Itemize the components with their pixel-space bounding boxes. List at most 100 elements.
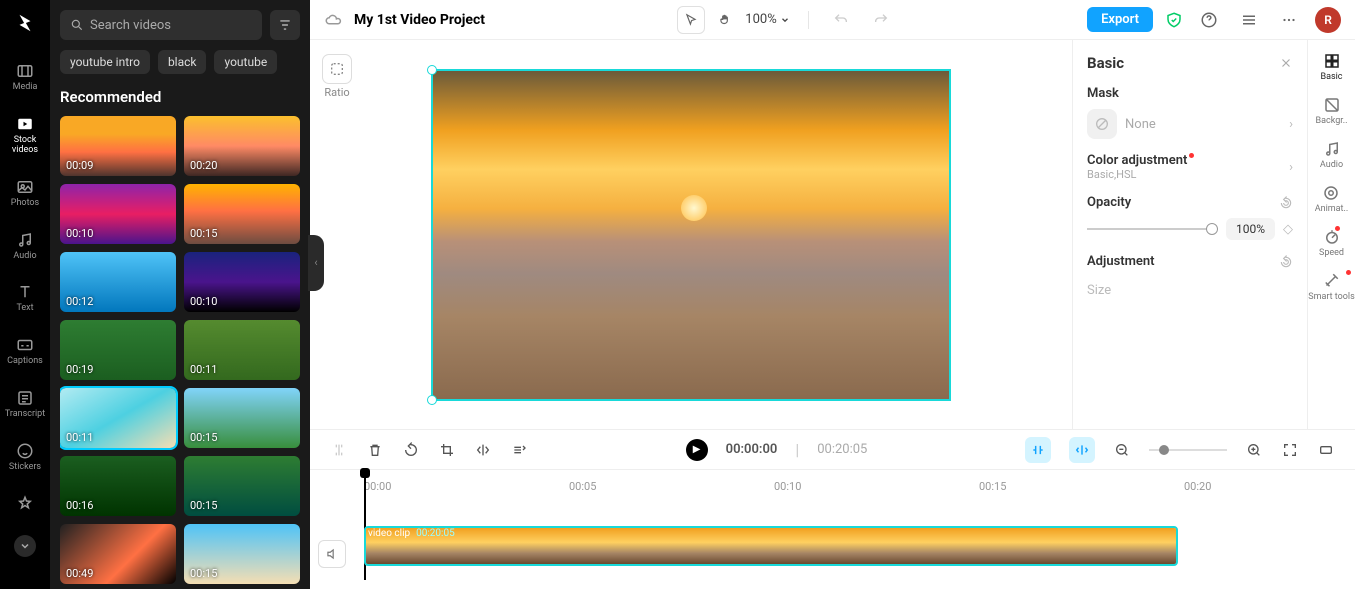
drawer-tab[interactable]: ‹ [308, 235, 324, 291]
rail-photos[interactable]: Photos [0, 174, 50, 213]
fullscreen-icon[interactable] [1281, 441, 1299, 459]
chip-black[interactable]: black [158, 50, 207, 74]
video-thumb[interactable]: 00:12 [60, 252, 176, 312]
fit-icon[interactable] [1317, 441, 1335, 459]
color-adjustment-row[interactable]: Color adjustment Basic,HSL › [1087, 153, 1293, 181]
pointer-tool[interactable] [677, 6, 705, 34]
reset-icon[interactable] [1279, 255, 1293, 269]
timeline-ruler[interactable]: 00:00 00:05 00:10 00:15 00:20 [354, 476, 1355, 500]
enhance-icon[interactable] [510, 441, 528, 459]
split-icon[interactable] [330, 441, 348, 459]
preview-stage[interactable] [310, 40, 1072, 429]
mask-selector[interactable]: None › [1087, 109, 1293, 139]
proprail-smart-tools[interactable]: Smart tools [1308, 272, 1355, 302]
rail-stock-label: Stock videos [0, 136, 50, 156]
video-track-clip[interactable] [364, 526, 1178, 566]
search-input[interactable]: Search videos [60, 10, 262, 40]
video-thumb[interactable]: 00:15 [184, 524, 300, 584]
rail-transcript[interactable]: Transcript [0, 385, 50, 424]
timeline-body[interactable]: 00:00 00:05 00:10 00:15 00:20 video clip… [354, 470, 1355, 589]
rail-more[interactable] [14, 535, 36, 557]
ruler-tick: 00:15 [979, 480, 1006, 493]
close-icon[interactable] [1279, 56, 1293, 70]
video-thumb[interactable]: 00:11 [184, 320, 300, 380]
timeline-mute[interactable] [310, 470, 354, 589]
proprail-animation[interactable]: Animat.. [1315, 184, 1349, 214]
more-icon[interactable] [1275, 6, 1303, 34]
delete-icon[interactable] [366, 441, 384, 459]
rail-photos-label: Photos [11, 199, 39, 209]
video-thumb[interactable]: 00:11 [60, 388, 176, 448]
video-thumb[interactable]: 00:49 [60, 524, 176, 584]
rail-text[interactable]: Text [0, 279, 50, 318]
redo-button[interactable] [867, 6, 895, 34]
slider-knob[interactable] [1159, 445, 1169, 455]
reverse-icon[interactable] [402, 441, 420, 459]
video-thumb[interactable]: 00:16 [60, 456, 176, 516]
snap-button-2[interactable] [1069, 437, 1095, 463]
video-thumb[interactable]: 00:10 [184, 252, 300, 312]
shield-icon[interactable] [1165, 11, 1183, 29]
ratio-button[interactable]: Ratio [322, 54, 352, 99]
layers-icon[interactable] [1235, 6, 1263, 34]
video-thumb[interactable]: 00:15 [184, 184, 300, 244]
time-total: 00:20:05 [817, 442, 867, 457]
resize-handle[interactable] [427, 65, 437, 75]
slider-knob[interactable] [1206, 223, 1218, 235]
reset-icon[interactable] [1279, 196, 1293, 210]
search-placeholder: Search videos [90, 18, 171, 33]
hand-tool[interactable] [711, 6, 739, 34]
proprail-background[interactable]: Backgr.. [1316, 96, 1348, 126]
export-button[interactable]: Export [1087, 7, 1153, 32]
thumb-duration: 00:15 [190, 499, 217, 512]
video-thumb[interactable]: 00:19 [60, 320, 176, 380]
chevron-right-icon: › [1289, 117, 1293, 132]
ratio-label: Ratio [324, 86, 349, 99]
rail-transcript-label: Transcript [5, 410, 45, 420]
chip-youtube-intro[interactable]: youtube intro [60, 50, 150, 74]
video-thumb[interactable]: 00:10 [60, 184, 176, 244]
indicator-dot [1335, 226, 1340, 231]
app-logo[interactable] [12, 10, 38, 36]
opacity-value[interactable]: 100% [1226, 218, 1275, 240]
adjustment-row[interactable]: Adjustment [1087, 254, 1293, 269]
rail-stock-videos[interactable]: Stock videos [0, 111, 50, 160]
timeline-zoom-slider[interactable] [1149, 449, 1227, 451]
rail-media[interactable]: Media [0, 58, 50, 97]
keyframe-icon[interactable]: ◇ [1283, 222, 1293, 237]
resize-handle[interactable] [427, 395, 437, 405]
zoom-out-icon[interactable] [1113, 441, 1131, 459]
rail-stickers[interactable]: Stickers [0, 438, 50, 477]
stage-wrap: ‹ Ratio Basic Mask [310, 40, 1355, 429]
play-button[interactable]: ▶ [686, 439, 708, 461]
topbar: My 1st Video Project 100% Export R [310, 0, 1355, 40]
crop-icon[interactable] [438, 441, 456, 459]
avatar[interactable]: R [1315, 7, 1341, 33]
proprail-speed[interactable]: Speed [1319, 228, 1344, 258]
thumb-duration: 00:15 [190, 227, 217, 240]
help-icon[interactable] [1195, 6, 1223, 34]
chip-youtube[interactable]: youtube [214, 50, 277, 74]
adjustment-label: Adjustment [1087, 254, 1155, 269]
rail-captions[interactable]: Captions [0, 332, 50, 371]
panel-title: Basic [1087, 54, 1124, 72]
snap-button-1[interactable] [1025, 437, 1051, 463]
zoom-in-icon[interactable] [1245, 441, 1263, 459]
rail-audio[interactable]: Audio [0, 227, 50, 266]
video-thumb[interactable]: 00:09 [60, 116, 176, 176]
chevron-down-icon [780, 15, 790, 25]
opacity-slider[interactable] [1087, 228, 1218, 230]
preview-canvas[interactable] [431, 69, 951, 401]
video-thumb[interactable]: 00:15 [184, 456, 300, 516]
rail-effects[interactable] [0, 491, 50, 517]
video-thumb[interactable]: 00:20 [184, 116, 300, 176]
zoom-display[interactable]: 100% [745, 12, 789, 27]
cloud-icon[interactable] [324, 11, 342, 29]
undo-button[interactable] [827, 6, 855, 34]
proprail-basic[interactable]: Basic [1320, 52, 1342, 82]
proprail-audio[interactable]: Audio [1320, 140, 1343, 170]
filter-button[interactable] [270, 10, 300, 40]
project-title[interactable]: My 1st Video Project [354, 12, 485, 28]
mirror-icon[interactable] [474, 441, 492, 459]
video-thumb[interactable]: 00:15 [184, 388, 300, 448]
